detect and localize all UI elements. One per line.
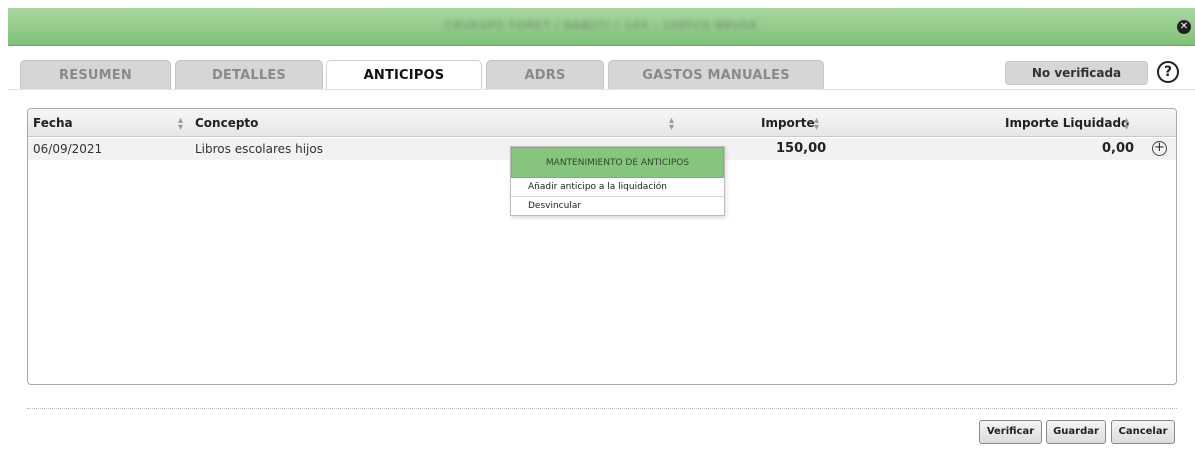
sort-icon[interactable]: ▴ ▾ [178,116,183,133]
tab-resumen[interactable]: RESUMEN [20,60,171,89]
menu-item-desvincular[interactable]: Desvincular [511,197,724,216]
column-header-importe-liquidado[interactable]: Importe Liquidado [1005,116,1129,130]
window-title: CRUESPO FORET / RABUTI / 14X - 10EFC0 BR… [445,19,758,32]
sort-icon[interactable]: ▴ ▾ [1124,116,1129,133]
cancelar-button[interactable]: Cancelar [1111,420,1175,444]
cell-concepto: Libros escolares hijos [195,142,323,156]
verificar-button[interactable]: Verificar [979,420,1042,444]
close-icon[interactable]: ✕ [1177,20,1191,34]
help-icon[interactable]: ? [1157,61,1179,83]
sort-icon[interactable]: ▴ ▾ [669,116,674,133]
context-menu: MANTENIMIENTO DE ANTICIPOS Añadir antici… [510,146,725,216]
tab-gastos-manuales[interactable]: GASTOS MANUALES [608,60,824,89]
cell-importe-liquidado: 0,00 [1102,141,1135,156]
menu-item-anadir-anticipo[interactable]: Añadir anticipo a la liquidación [511,178,724,197]
cell-importe: 150,00 [776,141,827,156]
cell-fecha: 06/09/2021 [33,142,103,156]
sort-icon[interactable]: ▴ ▾ [814,116,819,133]
footer-divider [27,408,1177,409]
guardar-button[interactable]: Guardar [1046,420,1106,444]
grid-header: Fecha ▴ ▾ Concepto ▴ ▾ Importe ▴ ▾ Importe … [28,109,1176,137]
tab-detalles[interactable]: DETALLES [175,60,323,89]
tab-divider [8,89,1195,90]
tab-adrs[interactable]: ADRS [486,60,604,89]
tab-anticipos[interactable]: ANTICIPOS [326,60,482,90]
context-menu-title: MANTENIMIENTO DE ANTICIPOS [511,147,724,178]
column-header-fecha[interactable]: Fecha [33,116,73,130]
verification-status-badge: No verificada [1005,61,1148,85]
window-titlebar: CRUESPO FORET / RABUTI / 14X - 10EFC0 BR… [8,8,1195,46]
plus-circle-icon[interactable]: + [1152,141,1167,156]
column-header-importe[interactable]: Importe [761,116,815,130]
column-header-concepto[interactable]: Concepto [195,116,258,130]
